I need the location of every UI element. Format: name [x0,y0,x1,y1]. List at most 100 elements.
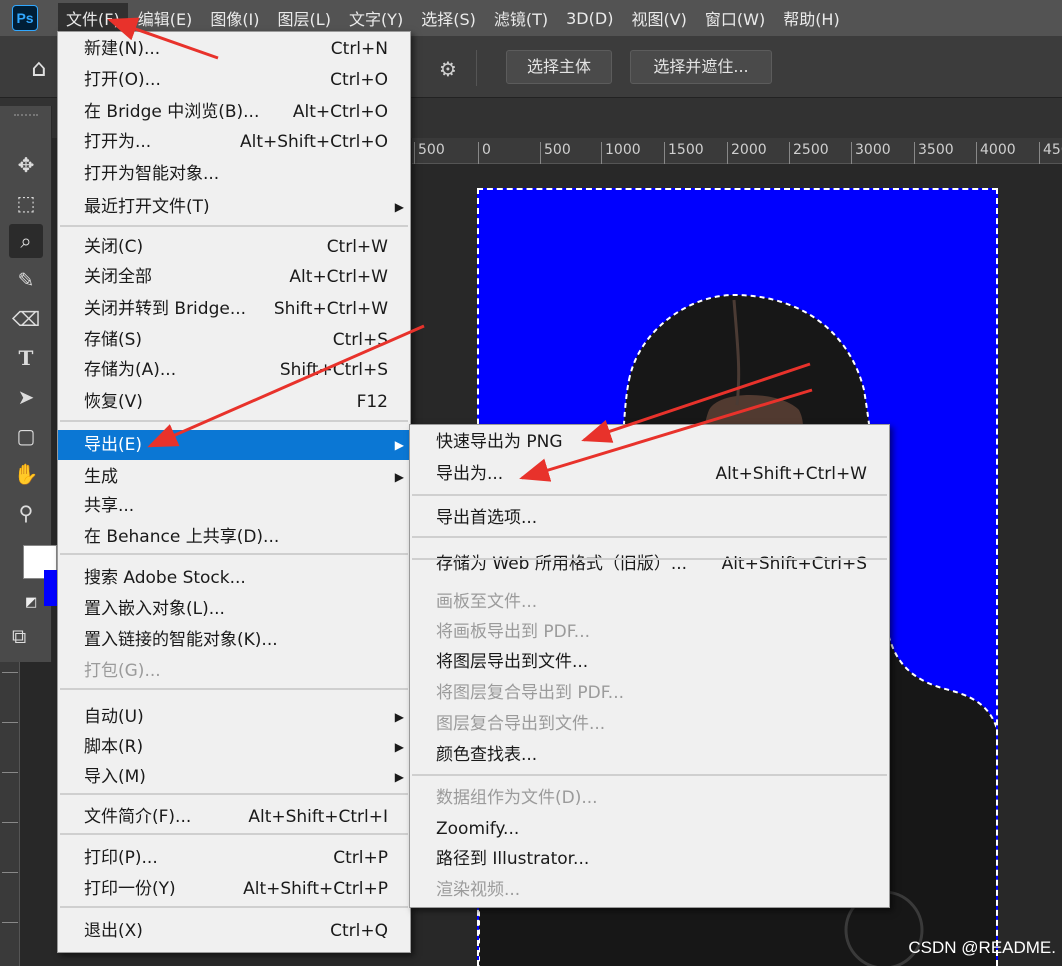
menu-layer[interactable]: 图层(L) [270,3,339,33]
file_menu-item-behance-d[interactable]: 在 Behance 上共享(D)... [58,522,410,552]
type-tool-icon[interactable]: T [9,341,43,375]
file_menu-item-bridge-b[interactable]: 在 Bridge 中浏览(B)... Alt+Ctrl+O [58,97,410,127]
menu-item-label: 关闭全部 [84,267,152,287]
submenu-arrow-icon: ▶ [394,438,404,452]
ruler-tick: 0 [478,142,491,164]
export_menu-item-illustrator[interactable]: 路径到 Illustrator... [410,844,889,874]
menu-item-label: 导出(E) [84,435,143,455]
file_menu-item-o[interactable]: 打开(O)... Ctrl+O [58,65,410,95]
menu-item-label: 置入嵌入对象(L)... [84,599,225,619]
menu-item-shortcut: Alt+Shift+Ctrl+O [239,132,388,152]
menu-item-label: 将图层导出到文件... [436,652,589,672]
file_menu-item-u[interactable]: 自动(U) ▶ [58,702,410,732]
ruler-tick: 450 [1039,142,1062,164]
options-divider [476,50,477,86]
gear-icon[interactable]: ⚙ [434,55,462,83]
ruler-tick-mark [2,672,18,674]
vertical-ruler [0,662,20,966]
file_menu-item-m[interactable]: 导入(M) ▶ [58,762,410,792]
menu-item-label: 路径到 Illustrator... [436,849,590,869]
file_menu-item-f[interactable]: 文件简介(F)... Alt+Shift+Ctrl+I [58,802,410,832]
menu-item-label: 在 Behance 上共享(D)... [84,527,280,547]
home-icon[interactable]: ⌂ [22,53,56,83]
menu-item-shortcut: Alt+Shift+Ctrl+W [715,464,867,484]
file_menu-item-l[interactable]: 置入嵌入对象(L)... [58,594,410,624]
hand-tool-icon[interactable]: ✋ [9,457,43,491]
file_menu-item-t[interactable]: 最近打开文件(T) ▶ [58,192,410,222]
path-selection-tool-icon[interactable]: ➤ [9,380,43,414]
menu-view[interactable]: 视图(V) [623,3,694,33]
file_menu-item-c[interactable]: 关闭(C) Ctrl+W [58,232,410,262]
menu-3d[interactable]: 3D(D) [558,6,621,31]
watermark-text: CSDN @README. [908,938,1056,957]
menu-item-shortcut: Alt+Ctrl+O [292,102,388,122]
ruler-tick-mark [2,922,18,924]
menu-item-shortcut: Alt+Shift+Ctrl+S [721,554,867,574]
export_menu-item-12[interactable]: 颜色查找表... [410,740,889,770]
menu-item-label: 在 Bridge 中浏览(B)... [84,102,260,122]
menu-separator [60,420,408,422]
menu-item-label: 存储为(A)... [84,360,177,380]
menu-item-label: 打开(O)... [84,70,161,90]
file_menu-item-n[interactable]: 新建(N)... Ctrl+N [58,34,410,64]
menu-item-label: 退出(X) [84,921,143,941]
menu-file[interactable]: 文件(F) [58,3,128,33]
menu-type[interactable]: 文字(Y) [341,3,411,33]
submenu-arrow-icon: ▶ [394,770,404,784]
file_menu-item-y[interactable]: 打印一份(Y) Alt+Shift+Ctrl+P [58,874,410,904]
menu-item-shortcut: Shift+Ctrl+S [279,360,388,380]
export_menu-item-zoomify[interactable]: Zoomify... [410,814,889,844]
eyedropper-tool-icon[interactable]: ✎ [9,263,43,297]
select-subject-button[interactable]: 选择主体 [506,50,612,84]
menu-filter[interactable]: 滤镜(T) [486,3,556,33]
menu-item-label: 快速导出为 PNG [436,432,563,452]
export_menu-item-3[interactable]: 导出首选项... [410,503,889,533]
default-colors-icon[interactable]: ◩ [25,595,41,611]
screen-mode-icon[interactable]: ⧉ [12,624,40,648]
file_menu-item-v[interactable]: 恢复(V) F12 [58,387,410,417]
menu-help[interactable]: 帮助(H) [775,3,848,33]
file_menu-item-s[interactable]: 存储(S) Ctrl+S [58,325,410,355]
menu-item-label: 打开为... [84,132,152,152]
menu-window[interactable]: 窗口(W) [697,3,773,33]
file_menu-item-adobe-stock[interactable]: 搜索 Adobe Stock... [58,563,410,593]
file_menu-item-15[interactable]: 生成 ▶ [58,462,410,492]
export_menu-item-1[interactable]: 导出为... Alt+Shift+Ctrl+W [410,459,889,489]
ruler-tick: 1000 [601,142,641,164]
file_menu-item-3[interactable]: 打开为... Alt+Shift+Ctrl+O [58,127,410,157]
eraser-tool-icon[interactable]: ⌫ [9,302,43,336]
zoom-tool-icon[interactable]: ⚲ [9,496,43,530]
ruler-tick: 4000 [976,142,1016,164]
menu-edit[interactable]: 编辑(E) [130,3,201,33]
export_menu-item-web[interactable]: 存储为 Web 所用格式（旧版）... Alt+Shift+Ctrl+S [410,549,889,579]
file_menu-item-16[interactable]: 共享... [58,491,410,521]
move-tool-icon[interactable]: ✥ [9,148,43,182]
menu-item-label: 置入链接的智能对象(K)... [84,630,278,650]
file_menu-item-4[interactable]: 打开为智能对象... [58,159,410,189]
menu-item-label: 新建(N)... [84,39,161,59]
marquee-tool-icon[interactable]: ⬚ [9,186,43,220]
export_menu-item-png[interactable]: 快速导出为 PNG [410,427,889,457]
menu-item-shortcut: Shift+Ctrl+W [273,299,388,319]
file_menu-item-e[interactable]: 导出(E) ▶ [58,430,410,460]
file_menu-item-8[interactable]: 关闭全部 Alt+Ctrl+W [58,262,410,292]
quick-selection-tool-icon[interactable]: ⌕ [9,224,43,258]
menu-image[interactable]: 图像(I) [202,3,267,33]
menu-item-label: 渲染视频... [436,880,521,900]
menu-item-label: 导出首选项... [436,508,538,528]
export_menu-item-9[interactable]: 将图层导出到文件... [410,647,889,677]
menu-item-shortcut: Alt+Shift+Ctrl+P [243,879,388,899]
file_menu-item-x[interactable]: 退出(X) Ctrl+Q [58,916,410,946]
export-submenu: 快速导出为 PNG 导出为... Alt+Shift+Ctrl+W 导出首选项... 存… [409,424,890,908]
file_menu-item-p[interactable]: 打印(P)... Ctrl+P [58,843,410,873]
rectangle-tool-icon[interactable]: ▢ [9,419,43,453]
file_menu-item-a[interactable]: 存储为(A)... Shift+Ctrl+S [58,355,410,385]
file_menu-item-r[interactable]: 脚本(R) ▶ [58,732,410,762]
panel-grip[interactable] [14,114,38,124]
file_menu-item-bridge[interactable]: 关闭并转到 Bridge... Shift+Ctrl+W [58,294,410,324]
select-and-mask-button[interactable]: 选择并遮住... [630,50,772,84]
menu-select[interactable]: 选择(S) [413,3,484,33]
ruler-tick-mark [2,872,18,874]
ruler-tick: 500 [414,142,445,164]
file_menu-item-k[interactable]: 置入链接的智能对象(K)... [58,625,410,655]
